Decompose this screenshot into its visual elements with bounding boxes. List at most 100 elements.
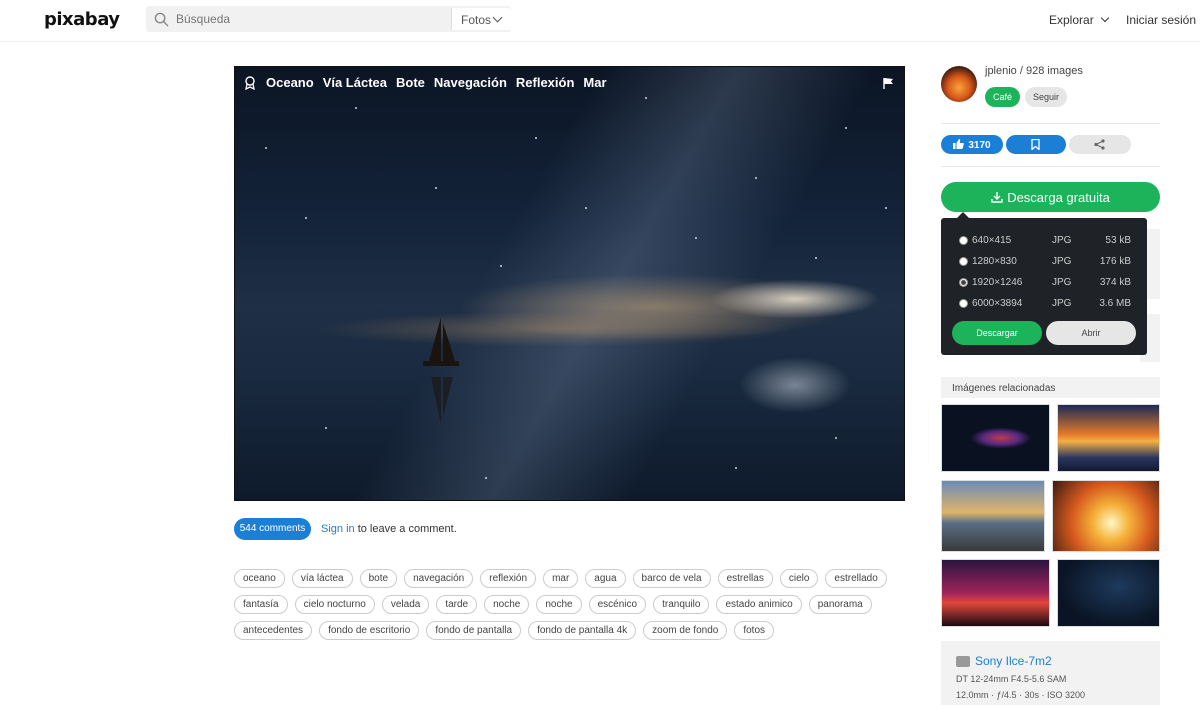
related-image[interactable] — [941, 480, 1045, 552]
explore-menu[interactable]: Explorar — [1049, 13, 1109, 27]
signin-text: to leave a comment. — [354, 523, 457, 535]
camera-info: Sony Ilce-7m2 DT 12-24mm F4.5-5.6 SAM 12… — [941, 641, 1160, 705]
camera-model-link[interactable]: Sony Ilce-7m2 — [975, 654, 1052, 668]
tag-pill[interactable]: velada — [381, 595, 430, 614]
free-download-button[interactable]: Descarga gratuita — [941, 182, 1160, 212]
photo-tag[interactable]: Mar — [583, 75, 606, 90]
tag-pill[interactable]: noche — [484, 595, 530, 614]
photo-tag[interactable]: Navegación — [434, 75, 507, 90]
search-input[interactable] — [176, 10, 476, 28]
tag-pill[interactable]: reflexión — [480, 569, 537, 588]
search-icon[interactable] — [154, 12, 169, 27]
like-button[interactable]: 3170 — [941, 135, 1003, 154]
share-icon — [1094, 139, 1105, 150]
exif-info: 12.0mm · ƒ/4.5 · 30s · ISO 3200 — [956, 690, 1086, 700]
size-option[interactable]: 1920×1246 JPG 374 kB — [959, 276, 1131, 290]
tag-pill[interactable]: estrellado — [825, 569, 887, 588]
photo-tag-bar: Oceano Vía Láctea Bote Navegación Reflex… — [243, 75, 607, 90]
tag-pill[interactable]: noche — [536, 595, 582, 614]
signin-prompt: Sign in to leave a comment. — [321, 523, 457, 535]
size-option[interactable]: 6000×3894 JPG 3.6 MB — [959, 297, 1131, 311]
tag-pill[interactable]: vía láctea — [291, 569, 353, 588]
option-resolution: 640×415 — [972, 235, 1012, 246]
login-link[interactable]: Iniciar sesión — [1126, 13, 1196, 27]
cafe-button[interactable]: Café — [985, 87, 1020, 107]
radio-button[interactable] — [959, 299, 968, 308]
bookmark-button[interactable] — [1006, 135, 1066, 154]
comments-button[interactable]: 544 comments — [234, 518, 311, 540]
tag-pill[interactable]: tranquilo — [653, 595, 710, 614]
search-bar: Fotos — [146, 6, 511, 32]
bookmark-icon — [1031, 139, 1040, 150]
author-avatar[interactable] — [941, 66, 977, 102]
download-icon — [991, 192, 1003, 203]
related-image[interactable] — [941, 404, 1050, 472]
tag-pill[interactable]: fantasía — [234, 595, 288, 614]
tag-pill[interactable]: panorama — [808, 595, 872, 614]
radio-button[interactable] — [959, 278, 968, 287]
radio-button[interactable] — [959, 257, 968, 266]
free-download-label: Descarga gratuita — [1007, 190, 1110, 205]
tag-pill[interactable]: cielo — [779, 569, 819, 588]
signin-link[interactable]: Sign in — [321, 523, 355, 535]
option-resolution: 1280×830 — [972, 256, 1017, 267]
explore-label: Explorar — [1049, 13, 1094, 27]
tag-pill[interactable]: fondo de escritorio — [319, 621, 420, 640]
author-name[interactable]: jplenio / 928 images — [985, 65, 1083, 77]
photo-tag[interactable]: Vía Láctea — [323, 75, 387, 90]
option-size: 374 kB — [1099, 277, 1131, 288]
tag-pill[interactable]: bote — [359, 569, 398, 588]
option-resolution: 6000×3894 — [972, 298, 1023, 309]
share-button[interactable] — [1069, 135, 1131, 154]
tag-pill[interactable]: navegación — [404, 569, 474, 588]
tag-pill[interactable]: mar — [543, 569, 579, 588]
divider — [941, 123, 1160, 124]
related-image[interactable] — [1057, 559, 1160, 627]
tag-pill[interactable]: barco de vela — [632, 569, 711, 588]
radio-button[interactable] — [959, 236, 968, 245]
photo-tag[interactable]: Oceano — [266, 75, 314, 90]
tag-pill[interactable]: zoom de fondo — [643, 621, 728, 640]
tag-pill[interactable]: estado animico — [716, 595, 802, 614]
tag-row: antecedentes fondo de escritorio fondo de … — [234, 621, 894, 640]
option-format: JPG — [1052, 256, 1072, 267]
download-size-dropdown: 640×415 JPG 53 kB 1280×830 JPG 176 kB 19… — [941, 212, 1147, 355]
main-content: Oceano Vía Láctea Bote Navegación Reflex… — [0, 42, 1200, 705]
option-format: JPG — [1052, 277, 1072, 288]
photo-tag[interactable]: Bote — [396, 75, 425, 90]
tag-pill[interactable]: agua — [585, 569, 626, 588]
option-resolution: 1920×1246 — [972, 277, 1023, 288]
related-image[interactable] — [1052, 480, 1160, 552]
tag-pill[interactable]: estrellas — [717, 569, 773, 588]
tag-pill[interactable]: fondo de pantalla — [426, 621, 522, 640]
follow-button[interactable]: Seguir — [1025, 87, 1067, 107]
tag-row: fantasía cielo nocturno velada tarde noche no… — [234, 595, 894, 614]
tag-pill[interactable]: cielo nocturno — [294, 595, 375, 614]
size-option[interactable]: 640×415 JPG 53 kB — [959, 234, 1131, 248]
chevron-down-icon — [492, 12, 503, 23]
option-format: JPG — [1052, 235, 1072, 246]
top-bar: pixabay Fotos Explorar Iniciar sesión — [0, 0, 1200, 42]
flag-icon[interactable] — [882, 77, 894, 89]
tag-pill[interactable]: fotos — [734, 621, 775, 640]
tag-pill[interactable]: fondo de pantalla 4k — [528, 621, 637, 640]
option-size: 53 kB — [1105, 235, 1131, 246]
pixabay-logo[interactable]: pixabay — [44, 9, 120, 30]
category-select[interactable]: Fotos — [451, 8, 511, 30]
download-button[interactable]: Descargar — [952, 321, 1042, 345]
tag-pill[interactable]: tarde — [436, 595, 478, 614]
photo-tag[interactable]: Reflexión — [516, 75, 575, 90]
like-count: 3170 — [968, 140, 991, 151]
size-option[interactable]: 1280×830 JPG 176 kB — [959, 255, 1131, 269]
main-photo[interactable]: Oceano Vía Láctea Bote Navegación Reflex… — [234, 66, 905, 501]
tag-pill[interactable]: oceano — [234, 569, 285, 588]
option-size: 176 kB — [1099, 256, 1131, 267]
open-button[interactable]: Abrir — [1046, 321, 1136, 345]
related-image[interactable] — [1057, 404, 1160, 472]
related-image[interactable] — [941, 559, 1050, 627]
tag-pill[interactable]: antecedentes — [234, 621, 313, 640]
related-images-title: Imágenes relacionadas — [941, 377, 1160, 398]
tag-row: oceano vía láctea bote navegación reflexión m… — [234, 569, 894, 588]
tag-pill[interactable]: escénico — [588, 595, 647, 614]
camera-icon — [956, 656, 970, 667]
